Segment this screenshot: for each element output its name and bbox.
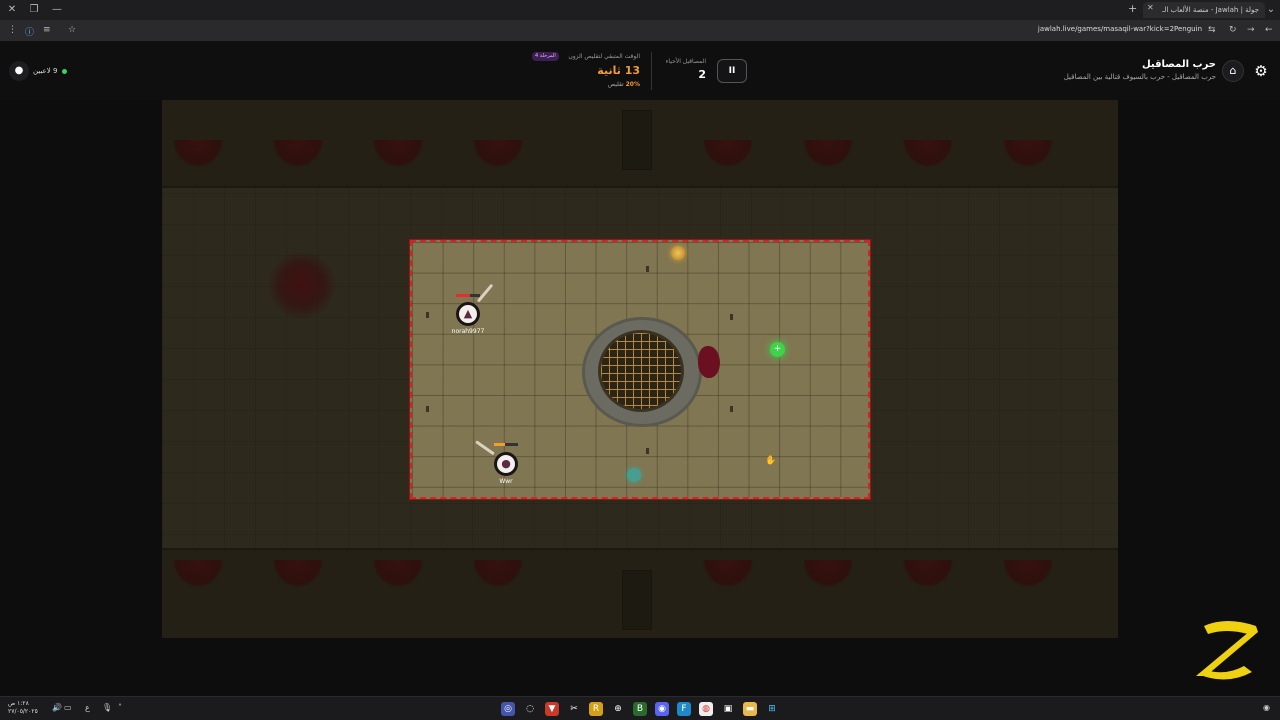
stage-badge: المرحلة 4: [532, 52, 559, 61]
windows-start-icon[interactable]: ⊞: [765, 702, 779, 716]
player-health-bar: [456, 294, 480, 297]
taskbar-app-icon[interactable]: B: [633, 702, 647, 716]
language-indicator[interactable]: ع: [85, 703, 90, 712]
floor-torch: [426, 312, 429, 318]
taskbar-app-icon[interactable]: F: [677, 702, 691, 716]
page-subtitle: حرب المصاقيل - حرب بالسيوف قتالية بين ال…: [1063, 73, 1216, 81]
home-icon: ⌂: [1229, 64, 1237, 77]
zone-timer-value: 13 ثانية: [597, 64, 640, 77]
player-health-fill: [494, 443, 505, 446]
settings-button[interactable]: ⚙: [1252, 62, 1270, 80]
taskbar-clock[interactable]: ١:٢٨ ص ٢٧/٠٥/٢٠٢٥: [8, 700, 38, 716]
gear-icon: ⚙: [1254, 62, 1268, 80]
file-explorer-icon[interactable]: ▬: [743, 702, 757, 716]
alive-count: 2: [698, 68, 706, 81]
alive-label: المصاقيل الأحياء: [665, 58, 706, 65]
well-grate: [598, 330, 684, 412]
tab-close-icon[interactable]: ✕: [1147, 3, 1154, 12]
players-online-count: 9 لاعبين: [33, 67, 58, 75]
floor-torch: [730, 314, 733, 320]
player-avatar[interactable]: ▲: [456, 302, 480, 326]
hand-cursor-icon: ✋: [765, 456, 777, 466]
health-pickup-icon[interactable]: +: [770, 342, 785, 357]
pause-button[interactable]: II: [717, 59, 747, 83]
taskbar-app-icon[interactable]: R: [589, 702, 603, 716]
bookmark-star-icon[interactable]: ☆: [68, 25, 76, 35]
game-header: [0, 42, 1280, 100]
player-name: Wwr: [499, 478, 513, 485]
info-icon[interactable]: ⓘ: [25, 25, 34, 38]
new-tab-button[interactable]: +: [1128, 2, 1137, 15]
safe-zone: + ▲ norah9977 ● Wwr: [410, 240, 870, 499]
floor-torch: [646, 266, 649, 272]
menu-icon[interactable]: ⋮: [8, 25, 17, 35]
floor-torch: [646, 448, 649, 454]
url-field[interactable]: jawlah.live/games/masaqil-war?kick=2Peng…: [980, 25, 1202, 33]
extensions-icon[interactable]: ≡: [43, 25, 51, 35]
volume-icon[interactable]: 🔊: [52, 703, 62, 712]
floor-torch: [426, 406, 429, 412]
players-online: 9 لاعبين: [33, 67, 67, 75]
discord-icon[interactable]: ◉: [655, 702, 669, 716]
app-logo-icon: ●: [14, 65, 24, 76]
player-health-bar: [494, 443, 518, 446]
store-icon[interactable]: ▣: [721, 702, 735, 716]
tab-menu-icon[interactable]: ⌄: [1264, 3, 1278, 17]
floor-torch: [730, 406, 733, 412]
chrome-icon[interactable]: ◍: [699, 702, 713, 716]
minimize-window-icon[interactable]: —: [50, 3, 64, 17]
clock-date: ٢٧/٠٥/٢٠٢٥: [8, 708, 38, 715]
taskbar-app-icon[interactable]: ◌: [523, 702, 537, 716]
page-title: حرب المصاقيل: [1141, 59, 1216, 70]
tab-title: جولة | Jawlah - منصة الألعاب الـ: [1162, 6, 1259, 14]
system-tray-icon[interactable]: ◉: [1263, 703, 1270, 712]
address-bar: ⋮ ⓘ ≡ ☆ jawlah.live/games/masaqil-war?ki…: [0, 20, 1280, 42]
gold-coin-pickup[interactable]: [671, 246, 685, 260]
site-settings-icon[interactable]: ⇆: [1208, 25, 1216, 35]
home-button[interactable]: ⌂: [1222, 60, 1244, 82]
mic-icon[interactable]: 🎙: [102, 703, 112, 712]
forward-icon[interactable]: ←: [1265, 25, 1273, 35]
shrink-label: تقليص: [607, 81, 624, 88]
shrink-percent: 20%: [625, 81, 640, 88]
network-icon[interactable]: ▭: [64, 703, 72, 712]
taskbar-app-icon[interactable]: ✂: [567, 702, 581, 716]
pause-icon: II: [728, 66, 736, 76]
back-icon[interactable]: →: [1247, 25, 1255, 35]
browser-tab-bar: ✕ ❐ — + جولة | Jawlah - منصة الألعاب الـ…: [0, 0, 1280, 20]
restore-window-icon[interactable]: ❐: [27, 3, 41, 17]
tray-chevron-icon[interactable]: ˄: [118, 703, 122, 712]
taskbar-app-icon[interactable]: ⊕: [611, 702, 625, 716]
online-dot-icon: [61, 68, 67, 74]
taskbar-app-icon[interactable]: ◎: [501, 702, 515, 716]
player-health-fill: [456, 294, 471, 297]
brand-logo: [1196, 621, 1258, 680]
close-window-icon[interactable]: ✕: [5, 3, 19, 17]
app-logo-button[interactable]: ●: [9, 61, 29, 81]
taskbar: ١:٢٨ ص ٢٧/٠٥/٢٠٢٥ 🔊 ▭ ع 🎙 ˄ ◎ ◌ ▼ ✂ R ⊕ B…: [0, 696, 1280, 720]
header-divider: [651, 52, 652, 90]
player-name: norah9977: [451, 328, 485, 335]
player-avatar[interactable]: ●: [494, 452, 518, 476]
browser-tab[interactable]: جولة | Jawlah - منصة الألعاب الـ: [1143, 2, 1265, 18]
reload-icon[interactable]: ↻: [1229, 25, 1237, 35]
shrink-info: 20% تقليص: [590, 81, 640, 88]
zone-timer-label: الوقت المتبقي لتقليص الزون: [568, 53, 640, 60]
red-enemy-blob: [698, 346, 720, 378]
shield-pickup-icon[interactable]: [627, 468, 641, 482]
clock-time: ١:٢٨ ص: [8, 700, 29, 707]
brave-browser-icon[interactable]: ▼: [545, 702, 559, 716]
